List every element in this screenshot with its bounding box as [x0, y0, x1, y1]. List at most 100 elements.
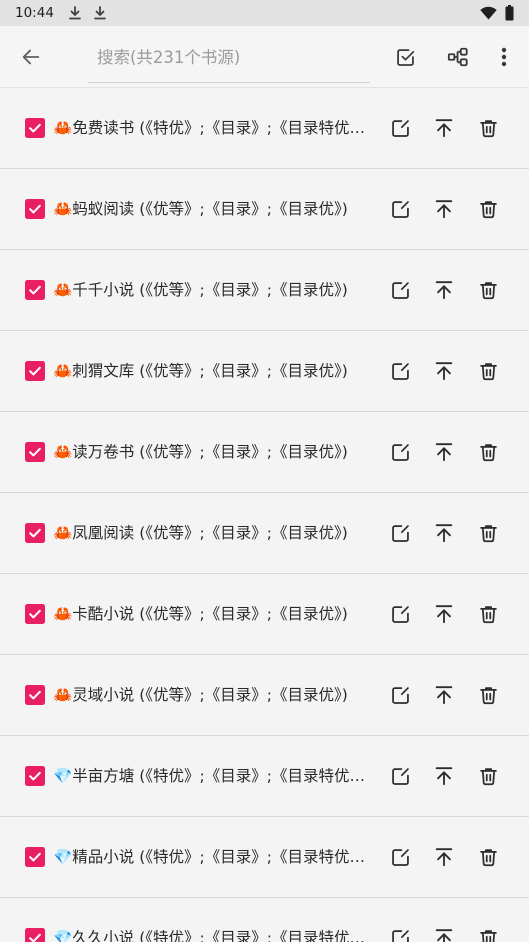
edit-button[interactable] — [378, 268, 422, 312]
delete-button[interactable] — [466, 268, 510, 312]
checkbox-box[interactable] — [25, 199, 45, 219]
source-checkbox[interactable]: 🦀卡酷小说 (《优等》;《目录》;《目录优》) — [25, 603, 378, 625]
move-to-top-button[interactable] — [422, 268, 466, 312]
source-checkbox[interactable]: 💎久久小说 (《特优》;《目录》;《目录特优… — [25, 927, 378, 942]
delete-button[interactable] — [466, 187, 510, 231]
group-icon — [447, 47, 468, 67]
move-to-top-button[interactable] — [422, 430, 466, 474]
checkbox-box[interactable] — [25, 361, 45, 381]
delete-icon — [479, 362, 497, 380]
checkbox-box[interactable] — [25, 685, 45, 705]
delete-button[interactable] — [466, 511, 510, 555]
source-checkbox[interactable]: 🦀免费读书 (《特优》;《目录》;《目录特优… — [25, 117, 378, 139]
group-button[interactable] — [436, 35, 480, 79]
source-name[interactable]: 🦀读万卷书 (《优等》;《目录》;《目录优》) — [53, 441, 378, 463]
book-source-row: 💎半亩方塘 (《特优》;《目录》;《目录特优… — [0, 736, 529, 817]
delete-button[interactable] — [466, 106, 510, 150]
move-to-top-button[interactable] — [422, 916, 466, 942]
delete-icon — [479, 686, 497, 704]
source-checkbox[interactable]: 🦀灵域小说 (《优等》;《目录》;《目录优》) — [25, 684, 378, 706]
delete-icon — [479, 929, 497, 942]
edit-button[interactable] — [378, 754, 422, 798]
checkbox-box[interactable] — [25, 523, 45, 543]
move-to-top-icon — [435, 281, 453, 300]
move-to-top-button[interactable] — [422, 187, 466, 231]
move-to-top-button[interactable] — [422, 592, 466, 636]
checkbox-box[interactable] — [25, 928, 45, 942]
move-to-top-button[interactable] — [422, 673, 466, 717]
move-to-top-button[interactable] — [422, 106, 466, 150]
delete-icon — [479, 443, 497, 461]
delete-button[interactable] — [466, 835, 510, 879]
move-to-top-button[interactable] — [422, 835, 466, 879]
delete-button[interactable] — [466, 754, 510, 798]
search-input[interactable] — [88, 32, 370, 83]
book-source-row: 🦀凤凰阅读 (《优等》;《目录》;《目录优》) — [0, 493, 529, 574]
delete-icon — [479, 281, 497, 299]
source-name[interactable]: 💎久久小说 (《特优》;《目录》;《目录特优… — [53, 927, 378, 942]
source-checkbox[interactable]: 🦀蚂蚁阅读 (《优等》;《目录》;《目录优》) — [25, 198, 378, 220]
edit-button[interactable] — [378, 835, 422, 879]
source-checkbox[interactable]: 🦀千千小说 (《优等》;《目录》;《目录优》) — [25, 279, 378, 301]
checkbox-box[interactable] — [25, 604, 45, 624]
source-name[interactable]: 🦀千千小说 (《优等》;《目录》;《目录优》) — [53, 279, 378, 301]
source-checkbox[interactable]: 🦀凤凰阅读 (《优等》;《目录》;《目录优》) — [25, 522, 378, 544]
edit-button[interactable] — [378, 349, 422, 393]
book-source-row: 💎久久小说 (《特优》;《目录》;《目录特优… — [0, 898, 529, 942]
check-icon — [29, 447, 41, 457]
source-checkbox[interactable]: 🦀刺猬文库 (《优等》;《目录》;《目录优》) — [25, 360, 378, 382]
book-source-row: 🦀灵域小说 (《优等》;《目录》;《目录优》) — [0, 655, 529, 736]
delete-button[interactable] — [466, 430, 510, 474]
delete-button[interactable] — [466, 916, 510, 942]
check-icon — [29, 204, 41, 214]
edit-icon — [391, 929, 409, 942]
checkbox-box[interactable] — [25, 118, 45, 138]
book-source-row: 💎精品小说 (《特优》;《目录》;《目录特优… — [0, 817, 529, 898]
more-options-button[interactable] — [482, 35, 526, 79]
delete-button[interactable] — [466, 592, 510, 636]
source-name[interactable]: 💎精品小说 (《特优》;《目录》;《目录特优… — [53, 846, 378, 868]
move-to-top-button[interactable] — [422, 511, 466, 555]
edit-button[interactable] — [378, 187, 422, 231]
move-to-top-icon — [435, 524, 453, 543]
edit-button[interactable] — [378, 673, 422, 717]
checkbox-box[interactable] — [25, 847, 45, 867]
source-name[interactable]: 💎半亩方塘 (《特优》;《目录》;《目录特优… — [53, 765, 378, 787]
checkbox-box[interactable] — [25, 442, 45, 462]
delete-icon — [479, 119, 497, 137]
edit-icon — [391, 524, 409, 542]
source-name[interactable]: 🦀凤凰阅读 (《优等》;《目录》;《目录优》) — [53, 522, 378, 544]
source-name[interactable]: 🦀刺猬文库 (《优等》;《目录》;《目录优》) — [53, 360, 378, 382]
source-name[interactable]: 🦀免费读书 (《特优》;《目录》;《目录特优… — [53, 117, 378, 139]
edit-button[interactable] — [378, 592, 422, 636]
move-to-top-icon — [435, 362, 453, 381]
source-name[interactable]: 🦀灵域小说 (《优等》;《目录》;《目录优》) — [53, 684, 378, 706]
edit-button[interactable] — [378, 430, 422, 474]
edit-button[interactable] — [378, 511, 422, 555]
check-icon — [29, 690, 41, 700]
edit-button[interactable] — [378, 106, 422, 150]
delete-button[interactable] — [466, 349, 510, 393]
checkbox-box[interactable] — [25, 280, 45, 300]
check-icon — [29, 123, 41, 133]
source-checkbox[interactable]: 💎半亩方塘 (《特优》;《目录》;《目录特优… — [25, 765, 378, 787]
edit-button[interactable] — [378, 916, 422, 942]
source-checkbox[interactable]: 💎精品小说 (《特优》;《目录》;《目录特优… — [25, 846, 378, 868]
checkbox-box[interactable] — [25, 766, 45, 786]
check-icon — [29, 366, 41, 376]
move-to-top-button[interactable] — [422, 754, 466, 798]
move-to-top-button[interactable] — [422, 349, 466, 393]
source-name[interactable]: 🦀蚂蚁阅读 (《优等》;《目录》;《目录优》) — [53, 198, 378, 220]
source-name[interactable]: 🦀卡酷小说 (《优等》;《目录》;《目录优》) — [53, 603, 378, 625]
select-sources-button[interactable] — [383, 35, 427, 79]
source-checkbox[interactable]: 🦀读万卷书 (《优等》;《目录》;《目录优》) — [25, 441, 378, 463]
edit-icon — [391, 119, 409, 137]
toolbar — [0, 26, 529, 88]
check-icon — [29, 933, 41, 942]
check-icon — [29, 528, 41, 538]
move-to-top-icon — [435, 929, 453, 942]
edit-icon — [391, 200, 409, 218]
delete-button[interactable] — [466, 673, 510, 717]
check-square-icon — [396, 48, 414, 66]
back-button[interactable] — [9, 35, 53, 79]
